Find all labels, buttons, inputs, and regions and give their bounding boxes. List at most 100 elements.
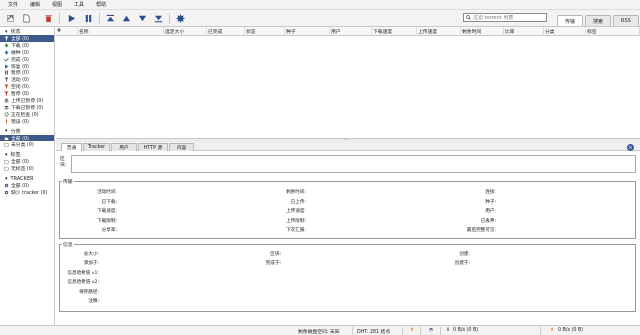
property-label: 创建: — [459, 252, 470, 257]
column-header[interactable]: 状态 — [245, 27, 285, 36]
sidebar-filter-item[interactable]: 全部 (0) — [0, 158, 54, 165]
properties-tab[interactable]: Tracker — [83, 143, 110, 151]
toolbar: 传输 搜索 RSS — [0, 10, 640, 27]
check-icon — [4, 57, 9, 62]
connection-status-icon[interactable]: ⬆ — [410, 328, 414, 333]
menu-edit[interactable]: 编辑 — [30, 1, 40, 8]
properties-tab[interactable]: 内容 — [169, 143, 194, 151]
property-label: 下载速度: — [97, 209, 117, 215]
sidebar-filter-item[interactable]: 上传已暂停 (0) — [0, 97, 54, 104]
properties-tab[interactable]: 用户 — [111, 143, 137, 151]
add-torrent-file-button[interactable] — [21, 13, 32, 24]
sidebar-filter-item[interactable]: 做种 (0) — [0, 49, 54, 56]
property-label: 剩余时间: — [286, 190, 306, 195]
properties-tab[interactable]: HTTP 源 — [138, 143, 168, 151]
column-header[interactable]: 选定大小 — [164, 27, 207, 36]
tab-search[interactable]: 搜索 — [585, 15, 612, 26]
property-label: 已上传: — [290, 199, 306, 205]
column-header-row: # 名称 选定大小 已完成 状态 种子 用户 下载速度 上传速度 剩余时间 比率 分类 标签 — [56, 27, 640, 36]
torrent-list[interactable]: # 名称 选定大小 已完成 状态 种子 用户 下载速度 上传速度 剩余时间 比率 分类 标签 — [56, 27, 640, 138]
property-label: 完成于: — [265, 261, 281, 267]
sidebar-filter-item[interactable]: 下载已暂停 (0) — [0, 104, 54, 111]
pause-button[interactable] — [83, 13, 94, 24]
collapse-icon: ▾ — [5, 128, 8, 135]
download-speed-text[interactable]: 0 B/s (0 B) — [453, 328, 478, 333]
download-arrow-icon — [4, 43, 9, 48]
sidebar-filter-item[interactable]: 空闲 (0) — [0, 83, 54, 90]
sidebar-filter-item[interactable]: 无标签 (0) — [0, 165, 54, 172]
info-legend: 信息 — [63, 243, 73, 248]
sidebar-filter-item[interactable]: 错误 (0) — [0, 118, 54, 125]
categories-section-header[interactable]: ▾ 分类 — [0, 128, 54, 135]
sidebar-filter-item[interactable]: 缺少 tracker (0) — [0, 189, 54, 196]
column-header[interactable]: 用户 — [330, 27, 372, 36]
options-button[interactable] — [175, 13, 186, 24]
menu-file[interactable]: 文件 — [8, 1, 18, 8]
arrow-down-icon — [138, 15, 147, 22]
move-bottom-button[interactable] — [153, 13, 164, 24]
close-icon: × — [628, 144, 633, 151]
menu-tools[interactable]: 工具 — [74, 1, 84, 8]
status-filter-list: 全部 (0) 下载 (0) 做种 (0) 完成 (0) 恢复 (0) 暂停 (0) 活动 (… — [0, 35, 54, 125]
column-header[interactable]: 上传速度 — [417, 27, 461, 36]
tags-section-header[interactable]: ▾ 标签 — [0, 151, 54, 159]
category-filter-list: 全部 (0) 未分类 (0) — [0, 134, 54, 148]
add-torrent-link-button[interactable] — [5, 13, 16, 24]
sidebar-filter-item[interactable]: 完成 (0) — [0, 56, 54, 63]
sidebar-filter-item[interactable]: 暂停 (0) — [0, 90, 54, 97]
property-label: 保存路径: — [79, 289, 99, 295]
speed-limit-icon[interactable]: ◓ — [429, 328, 433, 333]
menu-view[interactable]: 视图 — [52, 1, 62, 8]
menu-bar: 文件 编辑 视图 工具 帮助 — [0, 0, 640, 10]
property-label: 活动时间: — [97, 190, 117, 195]
sidebar-filter-item[interactable]: 活动 (0) — [0, 76, 54, 83]
property-label: 下次汇报: — [286, 228, 306, 234]
property-label: 添加于: — [83, 261, 99, 267]
menu-help[interactable]: 帮助 — [96, 1, 106, 8]
sidebar-filter-item[interactable]: 未分类 (0) — [0, 141, 54, 148]
stalled-download-icon — [4, 105, 9, 110]
properties-tab[interactable]: 普通 — [61, 143, 82, 151]
pieces-bar — [71, 155, 636, 173]
status-section-header[interactable]: ▾ 状态 — [0, 28, 54, 36]
column-header[interactable]: 标签 — [586, 27, 640, 36]
arrow-top-icon — [106, 14, 115, 22]
download-speed-icon: ⬇ — [446, 328, 451, 333]
move-down-button[interactable] — [137, 13, 148, 24]
column-header[interactable]: 分类 — [544, 27, 586, 36]
status-bar: 剩余磁盘空间: 未知 DHT: 281 结点 ⬆ ◓ ⬇ 0 B/s (0 B)… — [0, 325, 640, 335]
property-label: 信息哈希值 v1: — [67, 270, 99, 276]
sidebar-filter-item[interactable]: 正在检查 (0) — [0, 111, 54, 118]
upload-speed-text[interactable]: 0 B/s (0 B) — [558, 328, 583, 333]
tag-icon — [4, 160, 9, 164]
tab-rss[interactable]: RSS — [613, 15, 639, 26]
tab-transfers[interactable]: 传输 — [557, 15, 584, 26]
property-label: 已下载: — [101, 199, 117, 205]
column-header[interactable]: 比率 — [504, 27, 544, 36]
resume-button[interactable] — [66, 13, 77, 24]
move-top-button[interactable] — [105, 13, 116, 24]
property-label: 最后完整可见: — [466, 228, 496, 234]
column-header[interactable]: 已完成 — [207, 27, 245, 36]
delete-button[interactable] — [43, 13, 54, 24]
property-label: 信息哈希值 v2: — [67, 280, 99, 286]
sidebar-filter-item[interactable]: 下载 (0) — [0, 42, 54, 49]
move-up-button[interactable] — [121, 13, 132, 24]
trackers-section-header[interactable]: ▾ TRACKER — [0, 175, 54, 182]
column-header[interactable]: 下载速度 — [372, 27, 417, 36]
search-box[interactable] — [463, 13, 547, 22]
column-header[interactable]: # — [56, 27, 78, 36]
close-panel-button[interactable]: × — [627, 144, 634, 151]
sidebar-filter-item[interactable]: 全部 (0) — [0, 182, 54, 189]
sidebar-filter-item[interactable]: 恢复 (0) — [0, 63, 54, 70]
property-label: 用户: — [485, 209, 496, 215]
column-header[interactable]: 种子 — [285, 27, 330, 36]
stalled-upload-icon — [4, 98, 9, 103]
sidebar-filter-item[interactable]: 暂停 (0) — [0, 69, 54, 76]
sidebar-filter-item[interactable]: 全部 (0) — [0, 35, 54, 42]
column-header[interactable]: 剩余时间 — [461, 27, 504, 36]
sidebar-filter-item[interactable]: 全部 (0) — [0, 134, 54, 142]
search-input[interactable] — [473, 14, 543, 21]
column-header[interactable]: 名称 — [78, 27, 164, 36]
property-label: 上传速度: — [286, 209, 306, 215]
